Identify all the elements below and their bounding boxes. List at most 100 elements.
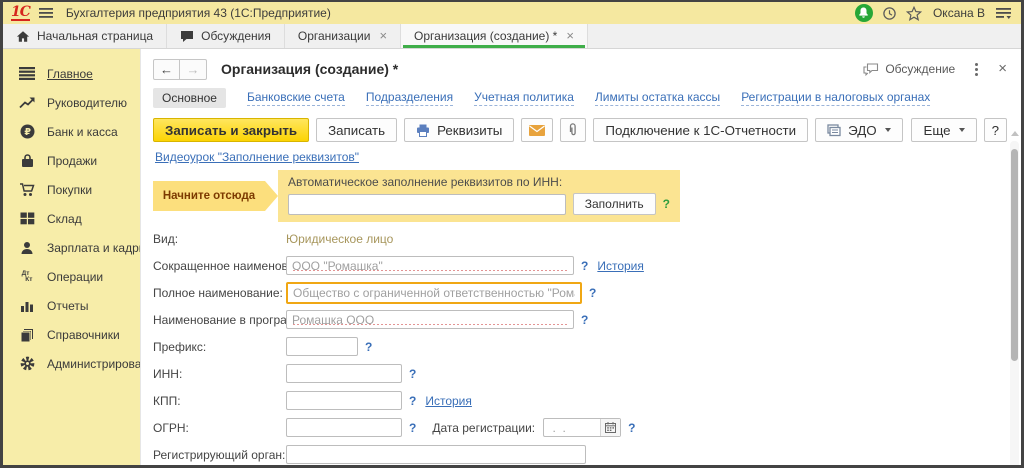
fill-button[interactable]: Заполнить — [573, 193, 656, 215]
home-icon — [16, 30, 30, 43]
field-label-reg-organ: Регистрирующий орган: — [153, 448, 286, 462]
help-icon[interactable]: ? — [409, 394, 416, 408]
sidebar-item-sales[interactable]: Продажи — [18, 146, 140, 175]
back-button[interactable]: ← — [153, 59, 180, 80]
calendar-icon[interactable] — [600, 419, 620, 436]
sidebar-item-label: Руководителю — [47, 96, 127, 110]
nav-tab-main[interactable]: Основное — [153, 88, 226, 108]
short-name-history-link[interactable]: История — [597, 259, 644, 273]
ogrn-input[interactable] — [286, 418, 402, 437]
discussion-link[interactable]: Обсуждение — [863, 62, 955, 76]
field-label-ogrn: ОГРН: — [153, 421, 286, 435]
service-menu-icon[interactable] — [996, 7, 1011, 20]
dt-kt-icon: Дт Кт — [18, 271, 36, 283]
main-menu-icon[interactable] — [39, 7, 53, 19]
sidebar-item-label: Покупки — [47, 183, 92, 197]
nav-tab-accounting-policy[interactable]: Учетная политика — [474, 90, 574, 106]
inn-autofill-input[interactable] — [288, 194, 566, 215]
scroll-up-icon[interactable] — [1011, 131, 1019, 136]
ruble-circle-icon: ₽ — [18, 124, 36, 139]
help-button[interactable]: ? — [984, 118, 1007, 142]
tab-label: Начальная страница — [37, 29, 153, 43]
tab-discussions[interactable]: Обсуждения — [167, 24, 285, 48]
field-label-vid: Вид: — [153, 232, 286, 246]
short-name-input[interactable] — [286, 256, 574, 275]
pallet-icon — [18, 212, 36, 225]
field-label-full-name: Полное наименование: — [153, 286, 286, 300]
sidebar-item-label: Банк и касса — [47, 125, 118, 139]
scrollbar-thumb[interactable] — [1011, 149, 1018, 361]
menu-list-icon — [18, 67, 36, 80]
help-icon[interactable]: ? — [589, 286, 596, 300]
form-toolbar: Записать и закрыть Записать Реквизиты — [153, 117, 1007, 143]
requisites-button[interactable]: Реквизиты — [404, 118, 514, 142]
nav-tab-departments[interactable]: Подразделения — [366, 90, 453, 106]
sidebar-item-salary-hr[interactable]: Зарплата и кадры — [18, 233, 140, 262]
printer-icon — [416, 124, 430, 137]
bar-chart-icon — [18, 299, 36, 312]
save-button[interactable]: Записать — [316, 118, 397, 142]
forward-button[interactable]: → — [180, 59, 207, 80]
tab-organization-create[interactable]: Организация (создание) * × — [401, 24, 588, 48]
discussion-bubbles-icon — [863, 63, 879, 76]
app-window: 1С Бухгалтерия предприятия 43 (1С:Предпр… — [0, 0, 1024, 468]
help-icon[interactable]: ? — [365, 340, 372, 354]
window-tab-bar: Начальная страница Обсуждения Организаци… — [3, 24, 1021, 49]
prefix-input[interactable] — [286, 337, 358, 356]
more-menu-icon[interactable] — [975, 68, 978, 71]
attachments-button[interactable] — [560, 118, 586, 142]
sidebar-item-administration[interactable]: Администрирование — [18, 349, 140, 378]
more-label: Еще — [923, 123, 950, 138]
tab-organizations[interactable]: Организации × — [285, 24, 401, 48]
reg-date-input[interactable] — [544, 420, 600, 435]
help-icon[interactable]: ? — [409, 421, 416, 435]
help-icon[interactable]: ? — [663, 197, 670, 211]
field-label-kpp: КПП: — [153, 394, 286, 408]
field-label-program-name: Наименование в программе: — [153, 313, 286, 327]
edo-label: ЭДО — [848, 123, 877, 138]
video-tutorial-link[interactable]: Видеоурок "Заполнение реквизитов" — [155, 150, 359, 164]
help-icon[interactable]: ? — [581, 259, 588, 273]
sidebar-item-label: Отчеты — [47, 299, 88, 313]
sidebar-item-purchases[interactable]: Покупки — [18, 175, 140, 204]
notifications-bell-icon[interactable] — [855, 4, 873, 22]
sidebar-item-main[interactable]: Главное — [18, 59, 140, 88]
sidebar-item-warehouse[interactable]: Склад — [18, 204, 140, 233]
sidebar-item-operations[interactable]: Дт Кт Операции — [18, 262, 140, 291]
inn-input[interactable] — [286, 364, 402, 383]
save-and-close-button[interactable]: Записать и закрыть — [153, 118, 309, 142]
vertical-scrollbar[interactable] — [1010, 141, 1019, 468]
discussion-label: Обсуждение — [885, 62, 955, 76]
sidebar-item-label: Операции — [47, 270, 103, 284]
current-user[interactable]: Оксана В — [933, 6, 985, 20]
send-email-button[interactable] — [521, 118, 553, 142]
full-name-input[interactable] — [286, 282, 582, 304]
kpp-input[interactable] — [286, 391, 402, 410]
kpp-history-link[interactable]: История — [425, 394, 472, 408]
history-icon[interactable] — [882, 6, 897, 21]
sidebar-item-manager[interactable]: Руководителю — [18, 88, 140, 117]
edo-button[interactable]: ЭДО — [815, 118, 903, 142]
favorites-star-icon[interactable] — [906, 6, 922, 21]
nav-tab-tax-registrations[interactable]: Регистрации в налоговых органах — [741, 90, 930, 106]
help-icon[interactable]: ? — [409, 367, 416, 381]
more-button[interactable]: Еще — [911, 118, 976, 142]
sidebar-item-directories[interactable]: Справочники — [18, 320, 140, 349]
chevron-down-icon — [885, 128, 891, 132]
close-icon[interactable]: × — [566, 31, 574, 41]
gear-icon — [18, 356, 36, 371]
nav-tab-cash-limits[interactable]: Лимиты остатка кассы — [595, 90, 720, 106]
help-icon[interactable]: ? — [581, 313, 588, 327]
tab-home[interactable]: Начальная страница — [3, 24, 167, 48]
sidebar-item-label: Зарплата и кадры — [47, 241, 147, 255]
sidebar-item-bank-cash[interactable]: ₽ Банк и касса — [18, 117, 140, 146]
program-name-input[interactable] — [286, 310, 574, 329]
reg-organ-input[interactable] — [286, 445, 586, 464]
sidebar-item-reports[interactable]: Отчеты — [18, 291, 140, 320]
sidebar-item-label: Продажи — [47, 154, 97, 168]
close-form-icon[interactable]: × — [998, 63, 1007, 75]
close-icon[interactable]: × — [379, 31, 387, 41]
connect-1c-reporting-button[interactable]: Подключение к 1С-Отчетности — [593, 118, 808, 142]
help-icon[interactable]: ? — [628, 421, 635, 435]
nav-tab-bank-accounts[interactable]: Банковские счета — [247, 90, 345, 106]
